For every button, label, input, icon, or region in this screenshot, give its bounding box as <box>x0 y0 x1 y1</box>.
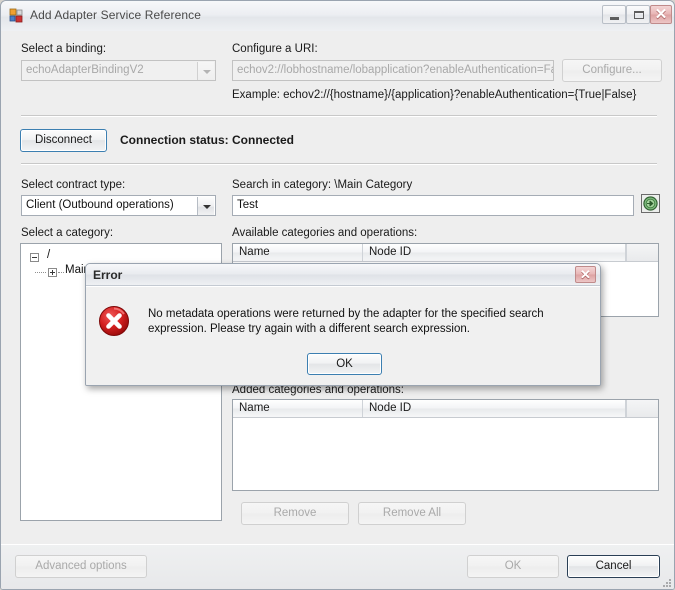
close-button[interactable]: ✕ <box>650 5 672 24</box>
close-icon: ✕ <box>580 267 591 282</box>
search-go-icon <box>643 196 658 211</box>
binding-combo-value: echoAdapterBindingV2 <box>26 64 144 76</box>
connection-status: Connection status: Connected <box>120 133 295 147</box>
maximize-icon <box>634 11 644 19</box>
error-dialog: Error ✕ No metadata operations were retu… <box>85 263 601 386</box>
chevron-down-icon <box>197 62 214 80</box>
contract-type-label: Select contract type: <box>21 179 126 191</box>
select-category-label: Select a category: <box>21 227 114 239</box>
advanced-options-button[interactable]: Advanced options <box>15 555 147 578</box>
main-window: Add Adapter Service Reference ✕ Select a… <box>0 0 675 590</box>
configure-button[interactable]: Configure... <box>562 59 662 82</box>
error-icon <box>98 305 130 337</box>
error-dialog-title-bar[interactable]: Error ✕ <box>86 264 600 286</box>
remove-button[interactable]: Remove <box>241 502 349 525</box>
separator-top <box>21 115 657 117</box>
added-list-header: Name Node ID <box>233 400 658 418</box>
uri-input-value: echov2://lobhostname/lobapplication?enab… <box>237 64 554 76</box>
search-go-button[interactable] <box>641 194 660 213</box>
error-dialog-message: No metadata operations were returned by … <box>148 308 544 335</box>
disconnect-button[interactable]: Disconnect <box>20 129 107 152</box>
chevron-down-icon <box>197 197 214 215</box>
minimize-icon <box>610 17 619 20</box>
search-category-label: Search in category: \Main Category <box>232 179 413 191</box>
available-list-label: Available categories and operations: <box>232 227 418 239</box>
ok-button[interactable]: OK <box>467 555 559 578</box>
tree-expander-root[interactable] <box>30 253 39 262</box>
search-input-value: Test <box>237 199 259 211</box>
added-list-panel[interactable]: Name Node ID <box>232 399 659 491</box>
remove-all-button[interactable]: Remove All <box>358 502 466 525</box>
maximize-button[interactable] <box>626 5 650 24</box>
tree-expander-main[interactable] <box>48 268 57 277</box>
window-title: Add Adapter Service Reference <box>30 8 201 22</box>
error-dialog-title: Error <box>93 268 123 282</box>
binding-label: Select a binding: <box>21 43 107 55</box>
column-header-name[interactable]: Name <box>233 400 363 417</box>
title-bar[interactable]: Add Adapter Service Reference ✕ <box>1 1 674 32</box>
search-input[interactable]: Test <box>232 195 634 216</box>
contract-type-value: Client (Outbound operations) <box>26 199 174 211</box>
minimize-button[interactable] <box>602 5 626 24</box>
uri-example-label: Example: echov2://{hostname}/{applicatio… <box>232 89 637 101</box>
app-icon <box>9 8 25 24</box>
column-header-node-id[interactable]: Node ID <box>363 400 626 417</box>
tree-connector <box>58 272 64 274</box>
error-dialog-ok-button[interactable]: OK <box>307 353 382 375</box>
close-icon: ✕ <box>654 6 668 23</box>
error-dialog-close-button[interactable]: ✕ <box>575 266 596 283</box>
footer-bar: Advanced options OK Cancel <box>1 544 674 589</box>
binding-combo[interactable]: echoAdapterBindingV2 <box>21 60 216 81</box>
column-header-node-id[interactable]: Node ID <box>363 244 626 261</box>
tree-connector <box>35 272 46 274</box>
contract-type-combo[interactable]: Client (Outbound operations) <box>21 195 216 216</box>
uri-label: Configure a URI: <box>232 43 318 55</box>
separator-mid <box>21 163 657 165</box>
column-header-filler <box>626 400 658 417</box>
cancel-button[interactable]: Cancel <box>567 555 660 578</box>
column-header-filler <box>626 244 658 261</box>
resize-grip[interactable] <box>661 577 673 589</box>
available-list-header: Name Node ID <box>233 244 658 262</box>
error-dialog-body: No metadata operations were returned by … <box>86 286 600 385</box>
column-header-name[interactable]: Name <box>233 244 363 261</box>
uri-input[interactable]: echov2://lobhostname/lobapplication?enab… <box>232 60 554 81</box>
tree-node-root[interactable]: / <box>47 249 50 261</box>
